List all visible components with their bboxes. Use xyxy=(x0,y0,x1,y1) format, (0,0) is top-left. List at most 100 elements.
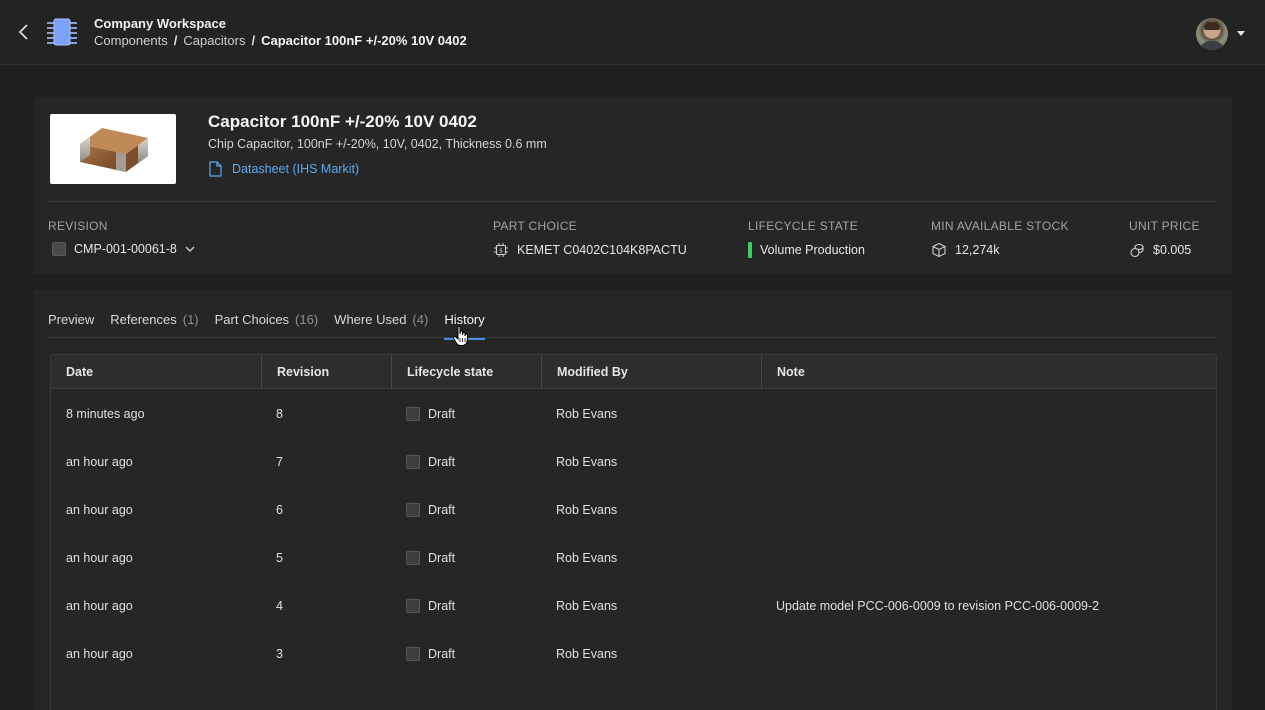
avatar-shirt xyxy=(1200,41,1224,50)
tab-references[interactable]: References (1) xyxy=(110,312,198,338)
document-icon xyxy=(209,161,222,177)
chevron-down-icon xyxy=(185,246,195,252)
table-row[interactable]: an hour ago 6 Draft Rob Evans xyxy=(51,486,1216,534)
cell-date: 8 minutes ago xyxy=(66,407,145,421)
tab-count: (4) xyxy=(412,312,429,327)
revision-label: REVISION xyxy=(48,219,108,233)
workspace-name: Company Workspace xyxy=(94,16,226,31)
table-row[interactable]: an hour ago 4 Draft Rob Evans Update mod… xyxy=(51,582,1216,630)
cell-modified-by: Rob Evans xyxy=(556,407,618,421)
lifecycle-status-bar xyxy=(748,242,752,258)
tab-preview[interactable]: Preview xyxy=(48,312,94,338)
stock-value: 12,274k xyxy=(955,243,1000,257)
draft-status-square xyxy=(406,407,420,421)
cell-lifecycle: Draft xyxy=(406,534,455,582)
cell-modified-by: Rob Evans xyxy=(556,503,618,517)
component-chip-icon xyxy=(46,17,78,47)
revision-status-square xyxy=(52,242,66,256)
cell-revision: 5 xyxy=(276,551,283,565)
column-header-lifecycle-state[interactable]: Lifecycle state xyxy=(391,355,541,389)
stock-value-group: 12,274k xyxy=(931,242,999,258)
column-header-revision[interactable]: Revision xyxy=(261,355,391,389)
breadcrumb-current: Capacitor 100nF +/-20% 10V 0402 xyxy=(261,33,467,48)
revision-select[interactable]: CMP-001-00061-8 xyxy=(52,242,195,256)
cell-revision: 7 xyxy=(276,455,283,469)
cell-date: an hour ago xyxy=(66,647,133,661)
stock-label: MIN AVAILABLE STOCK xyxy=(931,219,1069,233)
avatar-hair xyxy=(1204,22,1220,30)
draft-status-square xyxy=(406,647,420,661)
tab-part-choices[interactable]: Part Choices (16) xyxy=(215,312,319,338)
cell-lifecycle-text: Draft xyxy=(428,551,456,565)
part-title: Capacitor 100nF +/-20% 10V 0402 xyxy=(208,112,477,131)
part-description: Chip Capacitor, 100nF +/-20%, 10V, 0402,… xyxy=(208,137,547,151)
tab-label: Preview xyxy=(48,312,95,327)
table-row[interactable]: an hour ago 5 Draft Rob Evans xyxy=(51,534,1216,582)
table-row[interactable]: an hour ago 7 Draft Rob Evans xyxy=(51,438,1216,486)
breadcrumb-separator: / xyxy=(173,33,178,48)
cell-date: an hour ago xyxy=(66,551,133,565)
cell-date: an hour ago xyxy=(66,599,133,613)
cell-note: Update model PCC-006-0009 to revision PC… xyxy=(776,599,1100,613)
tabs-divider xyxy=(48,337,1216,338)
back-arrow-icon[interactable] xyxy=(14,22,34,42)
draft-status-square xyxy=(406,455,420,469)
price-value-group: $0.005 xyxy=(1129,242,1191,258)
cell-lifecycle-text: Draft xyxy=(428,503,456,517)
cell-modified-by: Rob Evans xyxy=(556,647,618,661)
tab-bar: Preview References (1) Part Choices (16) W… xyxy=(48,312,501,340)
cell-lifecycle: Draft xyxy=(406,438,455,486)
table-row[interactable]: an hour ago 3 Draft Rob Evans xyxy=(51,630,1216,678)
datasheet-link[interactable]: Datasheet (IHS Markit) xyxy=(208,160,359,178)
chip-icon: $ xyxy=(494,243,508,257)
column-header-note[interactable]: Note xyxy=(761,355,1216,389)
cell-date: an hour ago xyxy=(66,455,133,469)
part-choice-label: PART CHOICE xyxy=(493,219,577,233)
divider xyxy=(48,201,1216,202)
tab-label: References xyxy=(110,312,177,327)
draft-status-square xyxy=(406,503,420,517)
cell-lifecycle-text: Draft xyxy=(428,455,456,469)
coins-icon xyxy=(1130,243,1144,258)
cell-revision: 3 xyxy=(276,647,283,661)
cell-modified-by: Rob Evans xyxy=(556,599,618,613)
draft-status-square xyxy=(406,599,420,613)
column-header-modified-by[interactable]: Modified By xyxy=(541,355,761,389)
cell-lifecycle: Draft xyxy=(406,582,455,630)
cell-lifecycle-text: Draft xyxy=(428,599,456,613)
avatar[interactable] xyxy=(1196,18,1228,50)
revision-value: CMP-001-00061-8 xyxy=(74,242,177,256)
top-bar: Company Workspace Components / Capacitors /… xyxy=(0,0,1265,65)
cell-lifecycle: Draft xyxy=(406,486,455,534)
cell-revision: 6 xyxy=(276,503,283,517)
tab-history[interactable]: History xyxy=(444,312,486,340)
tab-label: History xyxy=(444,312,485,327)
tab-where-used[interactable]: Where Used (4) xyxy=(334,312,428,338)
history-table: Date Revision Lifecycle state Modified B… xyxy=(50,354,1217,710)
lifecycle-value-group: Volume Production xyxy=(748,242,865,258)
cell-revision: 4 xyxy=(276,599,283,613)
tab-label: Part Choices xyxy=(214,312,290,327)
breadcrumb-separator: / xyxy=(251,33,256,48)
price-value: $0.005 xyxy=(1153,243,1192,257)
cell-lifecycle: Draft xyxy=(406,390,455,438)
cell-lifecycle: Draft xyxy=(406,630,455,678)
cell-modified-by: Rob Evans xyxy=(556,455,618,469)
cell-revision: 8 xyxy=(276,407,283,421)
breadcrumb-components[interactable]: Components xyxy=(94,33,168,48)
svg-text:$: $ xyxy=(499,248,503,255)
cell-lifecycle-text: Draft xyxy=(428,407,456,421)
tab-count: (1) xyxy=(182,312,199,327)
cell-lifecycle-text: Draft xyxy=(428,647,456,661)
table-row[interactable]: 8 minutes ago 8 Draft Rob Evans xyxy=(51,390,1216,438)
cell-date: an hour ago xyxy=(66,503,133,517)
datasheet-label: Datasheet (IHS Markit) xyxy=(232,162,360,176)
draft-status-square xyxy=(406,551,420,565)
column-header-date[interactable]: Date xyxy=(51,355,261,389)
breadcrumb: Components / Capacitors / Capacitor 100nF +/… xyxy=(94,33,467,48)
tab-count: (16) xyxy=(295,312,319,327)
price-label: UNIT PRICE xyxy=(1129,219,1200,233)
part-choice-value-group: $ KEMET C0402C104K8PACTU xyxy=(493,242,687,258)
breadcrumb-capacitors[interactable]: Capacitors xyxy=(183,33,245,48)
chevron-down-icon[interactable] xyxy=(1237,31,1245,36)
